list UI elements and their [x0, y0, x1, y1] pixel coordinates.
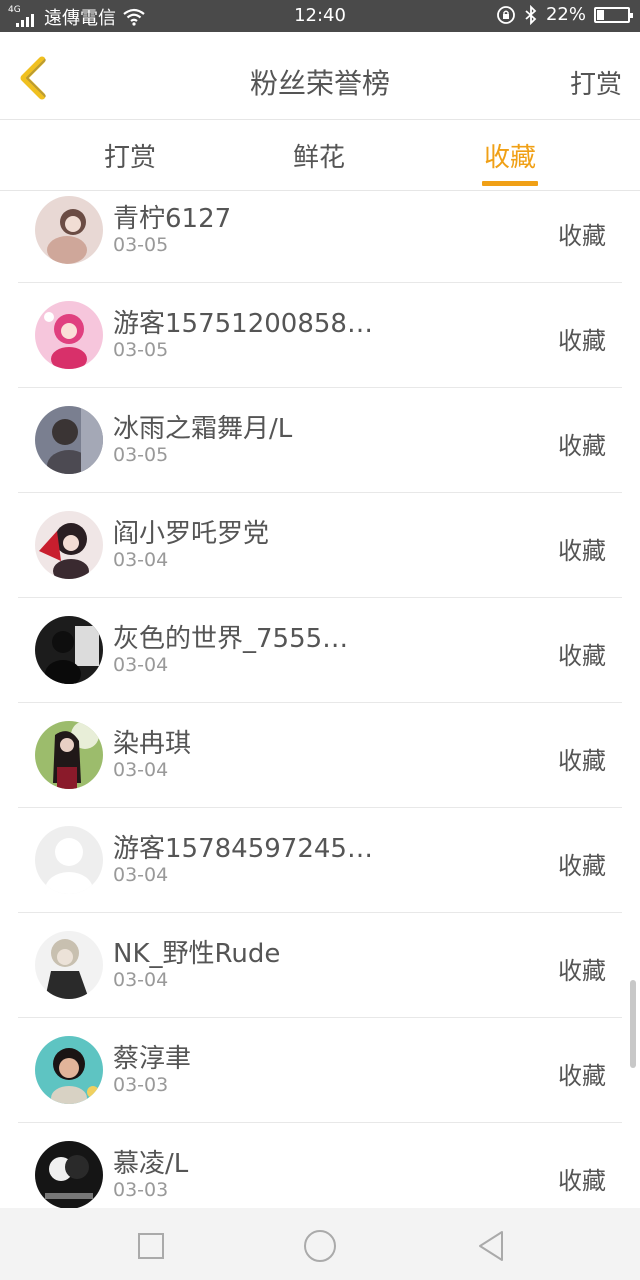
list-item[interactable]: 蔡淳聿 03-03 收藏 — [18, 1018, 622, 1123]
favorite-label: 收藏 — [558, 432, 606, 460]
status-bar: 4G 遠傳電信 12:40 22% — [0, 0, 640, 32]
tab-bar: 打赏 鲜花 收藏 — [0, 121, 640, 191]
home-icon[interactable] — [302, 1228, 338, 1264]
tab-reward[interactable]: 打赏 — [70, 137, 190, 174]
fan-list[interactable]: 青柠6127 03-05 收藏 游客15751200858… 03-05 收藏 … — [0, 192, 640, 1208]
fan-date: 03-05 — [113, 234, 169, 256]
avatar — [35, 1141, 103, 1208]
avatar — [35, 616, 103, 684]
page-title: 粉丝荣誉榜 — [249, 67, 390, 100]
fan-name: 染冉琪 — [113, 729, 192, 759]
scrollbar[interactable] — [630, 980, 636, 1068]
status-right: 22% — [496, 4, 633, 25]
active-tab-indicator — [482, 181, 538, 186]
fan-date: 03-04 — [113, 864, 169, 886]
favorite-label: 收藏 — [558, 957, 606, 985]
back-nav-icon[interactable] — [474, 1228, 510, 1264]
fan-date: 03-04 — [113, 654, 169, 676]
list-item[interactable]: 游客15784597245… 03-04 收藏 — [18, 808, 622, 913]
fan-name: 阎小罗吒罗党 — [113, 519, 270, 549]
list-item[interactable]: 慕凌/L 03-03 收藏 — [18, 1123, 622, 1208]
fan-date: 03-05 — [113, 444, 169, 466]
fan-name: 蔡淳聿 — [113, 1044, 192, 1074]
fan-date: 03-03 — [113, 1074, 169, 1096]
list-item[interactable]: 游客15751200858… 03-05 收藏 — [18, 283, 622, 388]
fan-date: 03-03 — [113, 1179, 169, 1201]
favorite-label: 收藏 — [558, 222, 606, 250]
list-item[interactable]: 染冉琪 03-04 收藏 — [18, 703, 622, 808]
avatar — [35, 301, 103, 369]
fan-date: 03-04 — [113, 969, 169, 991]
list-item[interactable]: 灰色的世界_7555… 03-04 收藏 — [18, 598, 622, 703]
fan-name: NK_野性Rude — [113, 939, 281, 969]
battery-percent: 22% — [545, 4, 586, 25]
fan-name: 游客15751200858… — [113, 309, 373, 339]
list-item[interactable]: 阎小罗吒罗党 03-04 收藏 — [18, 493, 622, 598]
fan-name: 游客15784597245… — [113, 834, 373, 864]
fan-date: 03-04 — [113, 759, 169, 781]
favorite-label: 收藏 — [558, 537, 606, 565]
reward-button[interactable]: 打赏 — [570, 64, 622, 101]
avatar — [35, 1036, 103, 1104]
avatar — [35, 826, 103, 894]
fan-name: 冰雨之霜舞月/L — [113, 414, 293, 444]
favorite-label: 收藏 — [558, 852, 606, 880]
list-item[interactable]: NK_野性Rude 03-04 收藏 — [18, 913, 622, 1018]
avatar — [35, 196, 103, 264]
avatar — [35, 511, 103, 579]
rotation-lock-icon — [497, 5, 515, 24]
fan-name: 灰色的世界_7555… — [113, 624, 349, 654]
avatar — [35, 721, 103, 789]
tab-flowers[interactable]: 鲜花 — [259, 137, 379, 174]
system-nav-bar — [0, 1208, 640, 1280]
favorite-label: 收藏 — [558, 327, 606, 355]
fan-name: 慕凌/L — [113, 1149, 189, 1179]
bluetooth-icon — [525, 4, 537, 25]
list-item[interactable]: 青柠6127 03-05 收藏 — [18, 192, 622, 283]
fan-name: 青柠6127 — [113, 204, 232, 234]
favorite-label: 收藏 — [558, 747, 606, 775]
list-item[interactable]: 冰雨之霜舞月/L 03-05 收藏 — [18, 388, 622, 493]
fan-date: 03-05 — [113, 339, 169, 361]
avatar — [35, 931, 103, 999]
battery-icon — [594, 6, 633, 23]
favorite-label: 收藏 — [558, 642, 606, 670]
tab-favorites[interactable]: 收藏 — [450, 137, 570, 174]
fan-date: 03-04 — [113, 549, 169, 571]
favorite-label: 收藏 — [558, 1167, 606, 1195]
recent-apps-icon[interactable] — [133, 1228, 169, 1264]
favorite-label: 收藏 — [558, 1062, 606, 1090]
avatar — [35, 406, 103, 474]
app-header: 粉丝荣誉榜 打赏 — [0, 32, 640, 120]
